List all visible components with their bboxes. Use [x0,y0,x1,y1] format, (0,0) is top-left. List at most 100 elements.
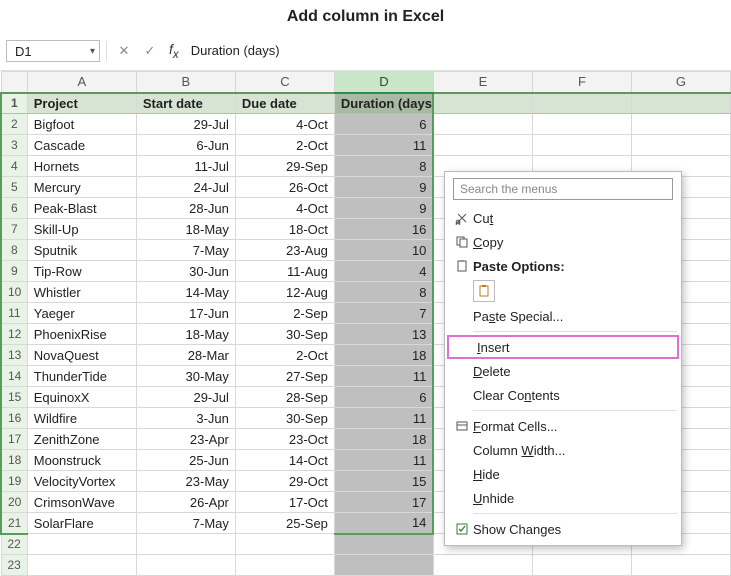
cell[interactable] [235,555,334,576]
cell[interactable]: 30-Jun [136,261,235,282]
row-header[interactable]: 3 [1,135,27,156]
cell[interactable] [631,135,730,156]
row-header[interactable]: 13 [1,345,27,366]
cell[interactable]: 26-Apr [136,492,235,513]
row-header[interactable]: 1 [1,93,27,114]
cell[interactable] [433,555,532,576]
cell[interactable]: 29-Jul [136,387,235,408]
cell[interactable]: 16 [334,219,433,240]
cell[interactable]: PhoenixRise [27,324,136,345]
cell[interactable]: Moonstruck [27,450,136,471]
menu-insert[interactable]: Insert [447,335,679,359]
cell[interactable] [27,534,136,555]
cell[interactable] [433,114,532,135]
cell[interactable]: 28-Sep [235,387,334,408]
cell[interactable]: 18-May [136,324,235,345]
cell[interactable]: 14 [334,513,433,534]
cell[interactable] [433,135,532,156]
cell[interactable]: 25-Jun [136,450,235,471]
cell[interactable]: Mercury [27,177,136,198]
cell[interactable] [433,93,532,114]
col-header-d[interactable]: D [334,72,433,93]
cell[interactable]: 11-Jul [136,156,235,177]
cell[interactable] [631,114,730,135]
menu-column-width[interactable]: Column Width... [445,438,681,462]
cell[interactable]: Project [27,93,136,114]
row-header[interactable]: 8 [1,240,27,261]
cell[interactable]: 8 [334,156,433,177]
cell[interactable] [631,93,730,114]
chevron-down-icon[interactable]: ▾ [90,46,95,57]
cell[interactable]: 7-May [136,513,235,534]
cell[interactable]: 23-Aug [235,240,334,261]
cell[interactable]: 28-Mar [136,345,235,366]
cell[interactable] [532,555,631,576]
cell[interactable]: 26-Oct [235,177,334,198]
cell[interactable] [532,114,631,135]
cell[interactable]: 15 [334,471,433,492]
menu-format-cells[interactable]: Format Cells... [445,414,681,438]
cell[interactable]: 29-Sep [235,156,334,177]
cell[interactable]: 18-Oct [235,219,334,240]
row-header[interactable]: 16 [1,408,27,429]
row-header[interactable]: 7 [1,219,27,240]
cell[interactable]: 4-Oct [235,114,334,135]
row-header[interactable]: 12 [1,324,27,345]
cell[interactable]: 7 [334,303,433,324]
cell[interactable] [136,534,235,555]
cell[interactable]: 17 [334,492,433,513]
cell[interactable]: ThunderTide [27,366,136,387]
fx-icon[interactable]: fx [165,41,183,61]
row-header[interactable]: 23 [1,555,27,576]
cell[interactable]: Whistler [27,282,136,303]
menu-search-input[interactable]: Search the menus [453,178,673,200]
cell[interactable]: 2-Oct [235,135,334,156]
menu-paste-special[interactable]: Paste Special... [445,304,681,328]
cell[interactable]: 30-Sep [235,324,334,345]
cell[interactable]: Skill-Up [27,219,136,240]
cell[interactable]: Wildfire [27,408,136,429]
cell[interactable]: 11 [334,366,433,387]
row-header[interactable]: 19 [1,471,27,492]
cell[interactable]: 14-May [136,282,235,303]
cell[interactable]: CrimsonWave [27,492,136,513]
select-all-corner[interactable] [1,72,27,93]
row-header[interactable]: 9 [1,261,27,282]
cell[interactable]: 7-May [136,240,235,261]
cell[interactable] [631,555,730,576]
cell[interactable]: Tip-Row [27,261,136,282]
row-header[interactable]: 4 [1,156,27,177]
cell[interactable]: 6 [334,387,433,408]
cell[interactable]: 8 [334,282,433,303]
cell[interactable]: Sputnik [27,240,136,261]
menu-cut[interactable]: Cut [445,206,681,230]
cell[interactable]: 23-May [136,471,235,492]
menu-show-changes[interactable]: Show Changes [445,517,681,541]
col-header-e[interactable]: E [433,72,532,93]
cell[interactable]: 30-Sep [235,408,334,429]
row-header[interactable]: 6 [1,198,27,219]
row-header[interactable]: 21 [1,513,27,534]
cell[interactable]: Duration (days) [334,93,433,114]
cell[interactable]: 30-May [136,366,235,387]
cancel-formula-button[interactable]: ✕ [113,40,135,62]
cell[interactable]: 14-Oct [235,450,334,471]
row-header[interactable]: 10 [1,282,27,303]
cell[interactable]: 17-Jun [136,303,235,324]
col-header-c[interactable]: C [235,72,334,93]
menu-copy[interactable]: Copy [445,230,681,254]
name-box[interactable]: D1 ▾ [6,40,100,62]
cell[interactable]: NovaQuest [27,345,136,366]
cell[interactable] [532,93,631,114]
cell[interactable]: 29-Jul [136,114,235,135]
cell[interactable]: 13 [334,324,433,345]
cell[interactable]: 11 [334,135,433,156]
cell[interactable]: ZenithZone [27,429,136,450]
cell[interactable]: 25-Sep [235,513,334,534]
cell[interactable]: 4-Oct [235,198,334,219]
paste-option-button[interactable] [473,280,495,302]
row-header[interactable]: 14 [1,366,27,387]
cell[interactable] [27,555,136,576]
cell[interactable]: 6-Jun [136,135,235,156]
enter-formula-button[interactable]: ✓ [139,40,161,62]
